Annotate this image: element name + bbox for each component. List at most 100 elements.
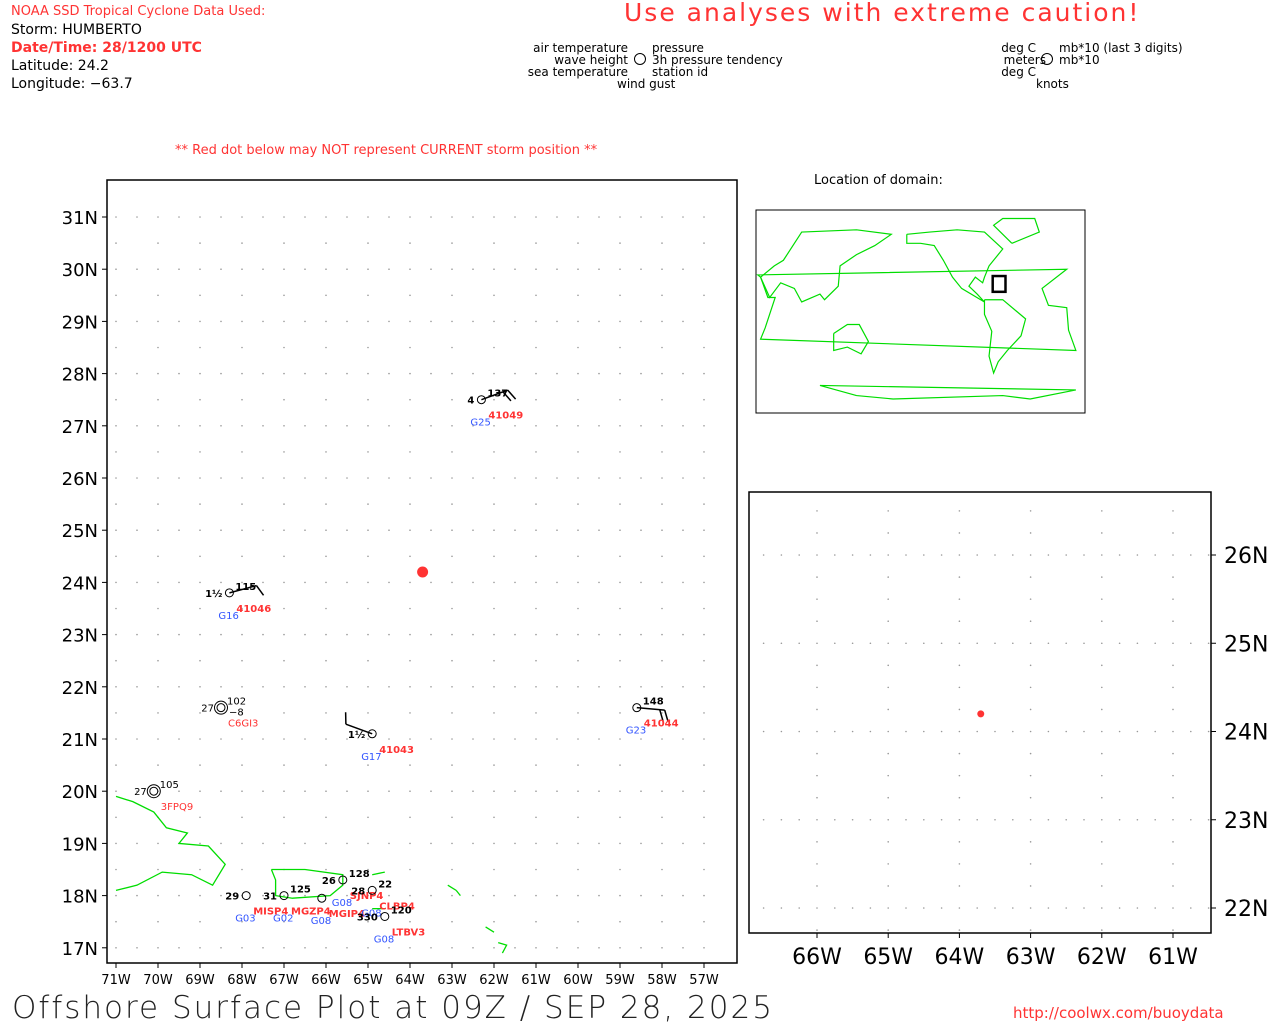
zoom-map[interactable]: 66W65W64W63W62W61W26N25N24N23N22N [749,492,1268,970]
grid-dot [325,295,327,297]
grid-dot [1172,532,1174,534]
grid-dot [959,620,961,622]
grid-dot [388,373,390,375]
grid-dot [556,790,558,792]
grid-dot [661,556,663,558]
grid-dot [493,843,495,845]
grid-dot [598,634,600,636]
grid-dot [409,921,411,923]
grid-dot [325,843,327,845]
grid-dot [493,347,495,349]
lon-tick-label: 60W [563,973,593,988]
grid-dot [577,738,579,740]
grid-dot [598,947,600,949]
grid-dot [1208,554,1210,556]
grid-dot [619,373,621,375]
grid-dot [304,738,306,740]
grid-dot [472,477,474,479]
grid-dot [976,819,978,821]
lon-tick-label: 61W [521,973,551,988]
grid-dot [1030,907,1032,909]
grid-dot [887,510,889,512]
grid-dot [451,921,453,923]
grid-dot [1119,907,1121,909]
grid-dot [346,947,348,949]
grid-dot [577,686,579,688]
lat-tick-label: 17N [62,939,98,960]
grid-dot [852,907,854,909]
grid-dot [619,216,621,218]
grid-dot [367,582,369,584]
grid-dot [178,947,180,949]
grid-dot [619,634,621,636]
grid-dot [816,885,818,887]
main-map[interactable]: 71W70W69W68W67W66W65W64W63W62W61W60W59W5… [62,180,737,988]
grid-dot [199,790,201,792]
grid-dot [430,895,432,897]
grid-dot [619,869,621,871]
grid-dot [661,843,663,845]
station-id: 41046 [236,604,271,615]
grid-dot [1101,907,1103,909]
grid-dot [115,556,117,558]
grid-dot [430,529,432,531]
grid-dot [1172,885,1174,887]
grid-dot [959,532,961,534]
grid-dot [493,295,495,297]
grid-dot [887,907,889,909]
grid-dot [367,790,369,792]
grid-dot [959,819,961,821]
grid-dot [367,634,369,636]
grid-dot [1048,907,1050,909]
grid-dot [199,425,201,427]
grid-dot [619,790,621,792]
grid-dot [1101,841,1103,843]
grid-dot [367,947,369,949]
grid-dot [577,712,579,714]
grid-dot [816,642,818,644]
grid-dot [816,775,818,777]
grid-dot [346,634,348,636]
grid-dot [905,907,907,909]
grid-dot [619,425,621,427]
source-url[interactable]: http://coolwx.com/buoydata [1013,1004,1224,1022]
grid-dot [451,712,453,714]
grid-dot [959,775,961,777]
grid-dot [816,687,818,689]
world-map-frame [756,210,1085,413]
station-pressure: 102 [227,697,246,708]
grid-dot [199,373,201,375]
grid-dot [283,242,285,244]
grid-dot [556,268,558,270]
grid-dot [514,738,516,740]
lon-tick-label: 63W [437,973,467,988]
grid-dot [199,660,201,662]
grid-dot [451,634,453,636]
grid-dot [115,947,117,949]
grid-dot [816,554,818,556]
grid-dot [304,529,306,531]
grid-dot [388,686,390,688]
grid-dot [661,686,663,688]
grid-dot [816,929,818,931]
grid-dot [241,399,243,401]
grid-dot [199,451,201,453]
grid-dot [325,216,327,218]
grid-dot [157,295,159,297]
grid-dot [157,582,159,584]
grid-dot [661,582,663,584]
grid-dot [304,947,306,949]
grid-dot [959,841,961,843]
grid-dot [763,554,765,556]
grid-dot [535,660,537,662]
grid-dot [959,731,961,733]
grid-dot [763,731,765,733]
grid-dot [115,738,117,740]
lon-tick-label: 63W [1006,945,1056,970]
lon-tick-label: 68W [227,973,257,988]
grid-dot [325,347,327,349]
grid-dot [493,242,495,244]
grid-dot [472,738,474,740]
grid-dot [514,425,516,427]
grid-dot [115,425,117,427]
